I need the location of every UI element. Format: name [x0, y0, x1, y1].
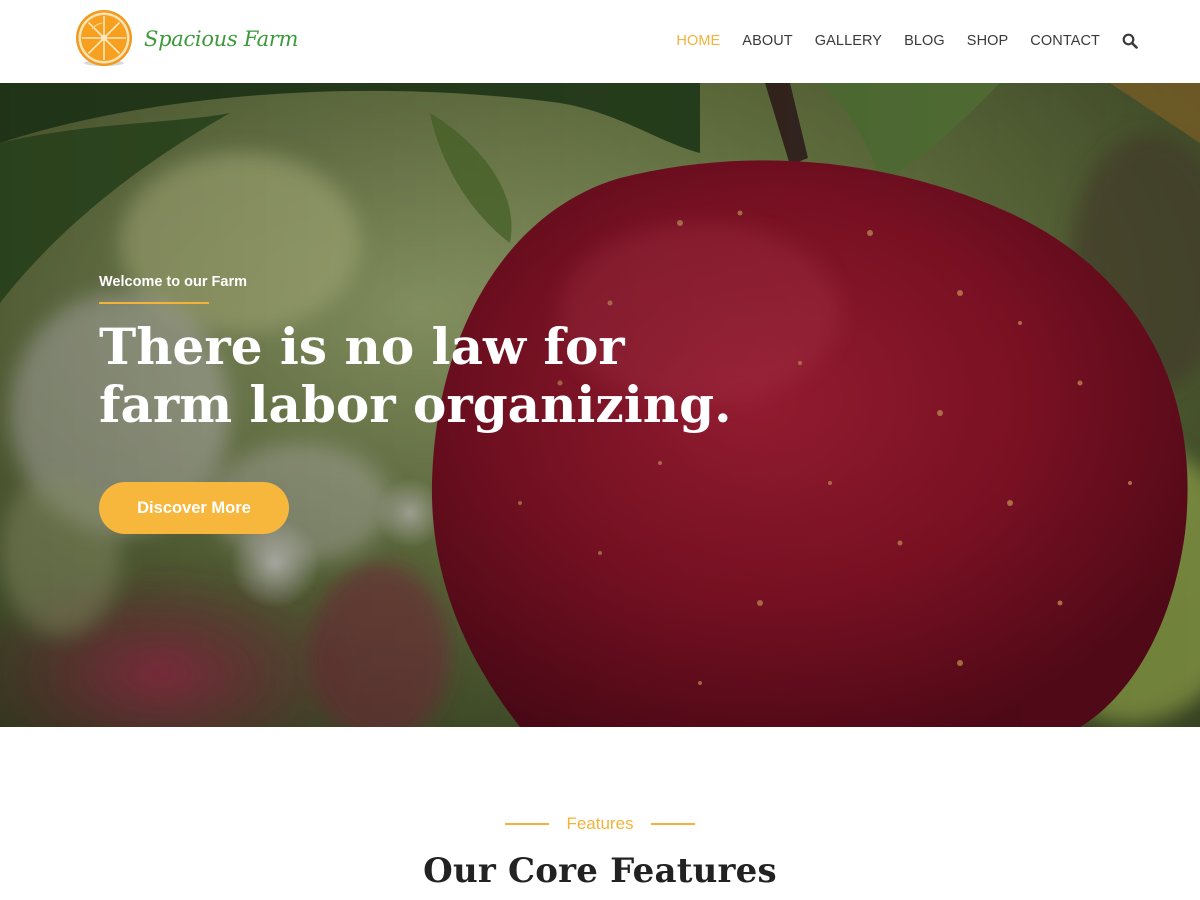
kicker-divider-left — [505, 823, 550, 825]
nav-item-shop[interactable]: SHOP — [967, 33, 1009, 49]
hero-kicker: Welcome to our Farm — [99, 274, 247, 304]
hero-title-line-2: farm labor organizing. — [99, 375, 732, 434]
nav-item-home[interactable]: HOME — [676, 33, 720, 49]
nav-item-about[interactable]: ABOUT — [742, 33, 792, 49]
main-nav: HOME ABOUT GALLERY BLOG SHOP CONTACT — [654, 30, 1138, 52]
hero-content: Welcome to our Farm There is no law for … — [99, 273, 799, 534]
nav-item-contact[interactable]: CONTACT — [1030, 33, 1100, 49]
site-title: Spacious Farm — [144, 27, 299, 51]
nav-item-blog[interactable]: BLOG — [904, 33, 945, 49]
discover-more-button[interactable]: Discover More — [99, 482, 289, 534]
features-section: Features Our Core Features — [0, 727, 1200, 900]
site-logo[interactable]: Spacious Farm — [74, 9, 298, 69]
features-kicker-row: Features — [0, 814, 1200, 834]
nav-item-gallery[interactable]: GALLERY — [815, 33, 882, 49]
kicker-divider-right — [650, 823, 695, 825]
orange-slice-icon — [76, 10, 132, 66]
search-icon[interactable] — [1122, 33, 1138, 49]
site-header: Spacious Farm HOME ABOUT GALLERY BLOG SH… — [0, 0, 1200, 83]
features-kicker: Features — [566, 814, 634, 833]
hero-title: There is no law for farm labor organizin… — [99, 318, 759, 434]
hero-title-line-1: There is no law for — [99, 317, 625, 376]
features-title: Our Core Features — [423, 851, 777, 891]
hero-banner: Welcome to our Farm There is no law for … — [0, 83, 1200, 727]
